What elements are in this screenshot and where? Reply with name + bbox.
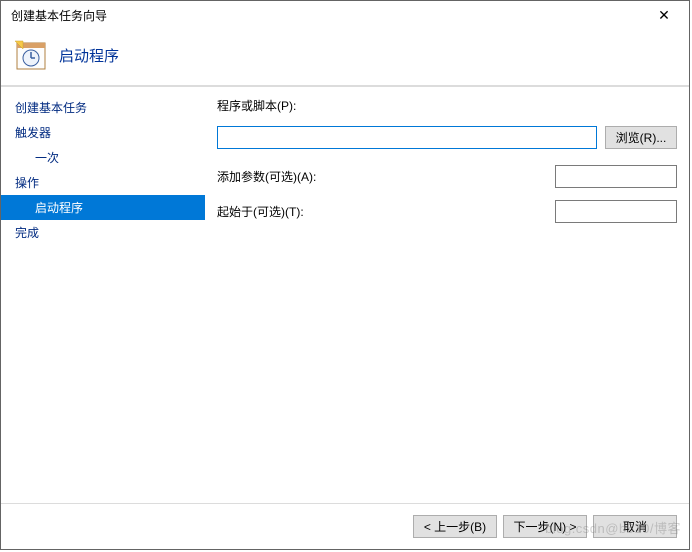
page-title: 启动程序 — [59, 45, 119, 66]
main-panel: 程序或脚本(P): 浏览(R)... 添加参数(可选)(A): 起始于(可选)(… — [205, 87, 689, 502]
wizard-header: 启动程序 — [1, 29, 689, 86]
sidebar: 创建基本任务 触发器 一次 操作 启动程序 完成 — [1, 87, 205, 502]
startin-label: 起始于(可选)(T): — [217, 203, 427, 220]
sidebar-item-once[interactable]: 一次 — [1, 145, 205, 170]
cancel-button[interactable]: 取消 — [593, 515, 677, 538]
close-icon[interactable]: ✕ — [649, 7, 679, 24]
window-title: 创建基本任务向导 — [11, 7, 107, 24]
program-input[interactable] — [217, 126, 597, 149]
arguments-label: 添加参数(可选)(A): — [217, 168, 427, 185]
sidebar-item-start-program[interactable]: 启动程序 — [1, 195, 205, 220]
startin-input[interactable] — [555, 200, 677, 223]
program-label: 程序或脚本(P): — [217, 97, 677, 114]
sidebar-item-finish[interactable]: 完成 — [1, 220, 205, 245]
wizard-footer: < 上一步(B) 下一步(N) > 取消 — [1, 503, 689, 549]
sidebar-item-action[interactable]: 操作 — [1, 170, 205, 195]
sidebar-item-create-task[interactable]: 创建基本任务 — [1, 95, 205, 120]
back-button[interactable]: < 上一步(B) — [413, 515, 497, 538]
titlebar: 创建基本任务向导 ✕ — [1, 1, 689, 29]
dialog-window: 创建基本任务向导 ✕ 启动程序 创建基本任务 触发器 一次 操作 启动程序 完成 — [0, 0, 690, 550]
arguments-input[interactable] — [555, 165, 677, 188]
browse-button[interactable]: 浏览(R)... — [605, 126, 677, 149]
next-button[interactable]: 下一步(N) > — [503, 515, 587, 538]
wizard-content: 创建基本任务 触发器 一次 操作 启动程序 完成 程序或脚本(P): 浏览(R)… — [1, 86, 689, 502]
sidebar-item-trigger[interactable]: 触发器 — [1, 120, 205, 145]
clock-icon — [15, 39, 47, 71]
